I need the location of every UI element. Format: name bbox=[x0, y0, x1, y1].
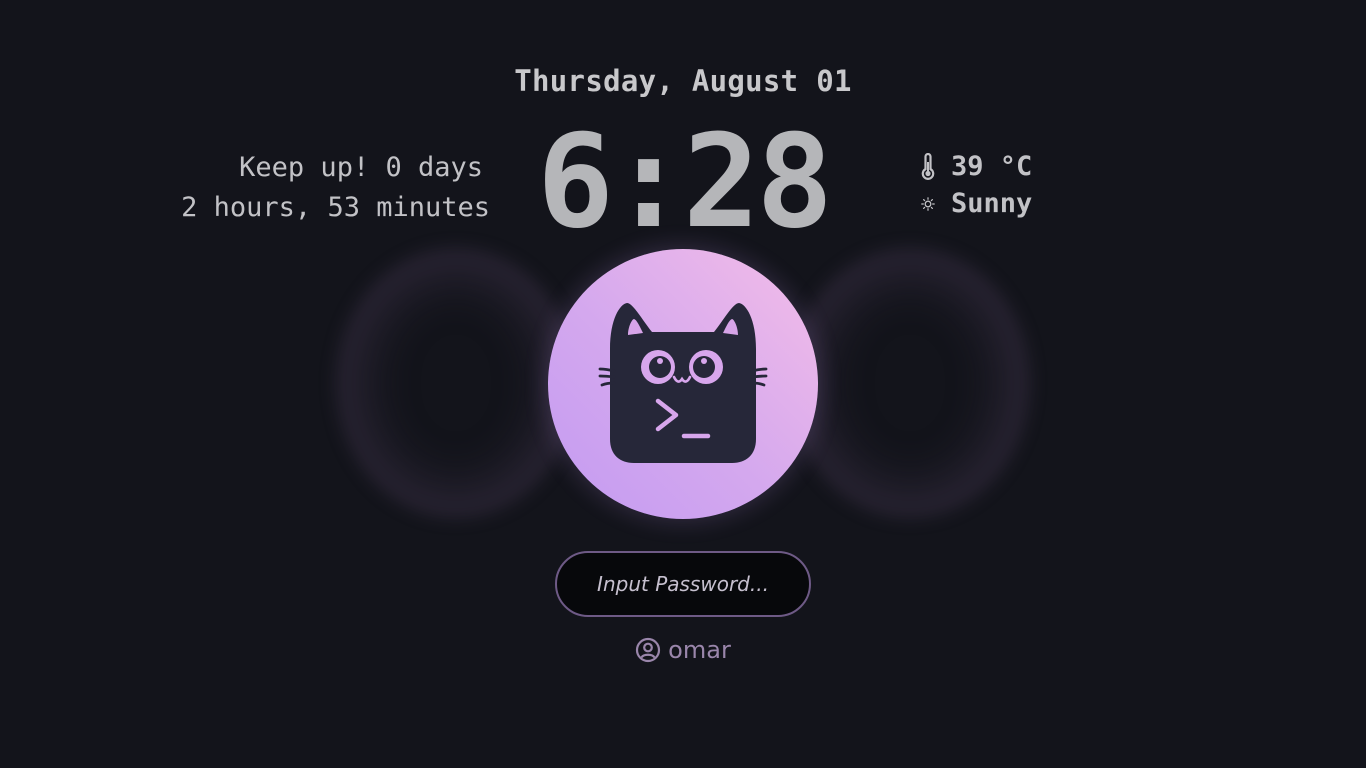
uptime-line-2: 2 hours, 53 minutes bbox=[181, 192, 490, 223]
weather-temperature: 39 °C bbox=[951, 151, 1033, 182]
weather-condition: Sunny bbox=[951, 188, 1033, 219]
username: omar bbox=[668, 636, 731, 664]
uptime-line-1: Keep up! 0 days bbox=[239, 152, 483, 183]
lock-screen: Thursday, August 01 6:28 Keep up! 0 days… bbox=[0, 0, 1366, 768]
user-circle-icon bbox=[635, 637, 661, 663]
decorative-glow-left bbox=[336, 248, 576, 518]
cat-terminal-icon bbox=[598, 303, 768, 463]
password-input[interactable] bbox=[555, 551, 811, 617]
weather-condition-row: Sunny bbox=[918, 185, 1032, 222]
date-label: Thursday, August 01 bbox=[514, 64, 852, 98]
clock: 6:28 bbox=[536, 108, 833, 257]
avatar bbox=[548, 249, 818, 519]
user-label: omar bbox=[0, 636, 1366, 664]
weather-widget: 39 °C Sunny bbox=[918, 148, 1032, 222]
sun-icon bbox=[918, 196, 938, 211]
decorative-glow-right bbox=[790, 248, 1030, 518]
weather-temperature-row: 39 °C bbox=[918, 148, 1032, 185]
thermometer-icon bbox=[918, 152, 938, 181]
uptime-label: Keep up! 0 days 2 hours, 53 minutes bbox=[181, 148, 490, 228]
